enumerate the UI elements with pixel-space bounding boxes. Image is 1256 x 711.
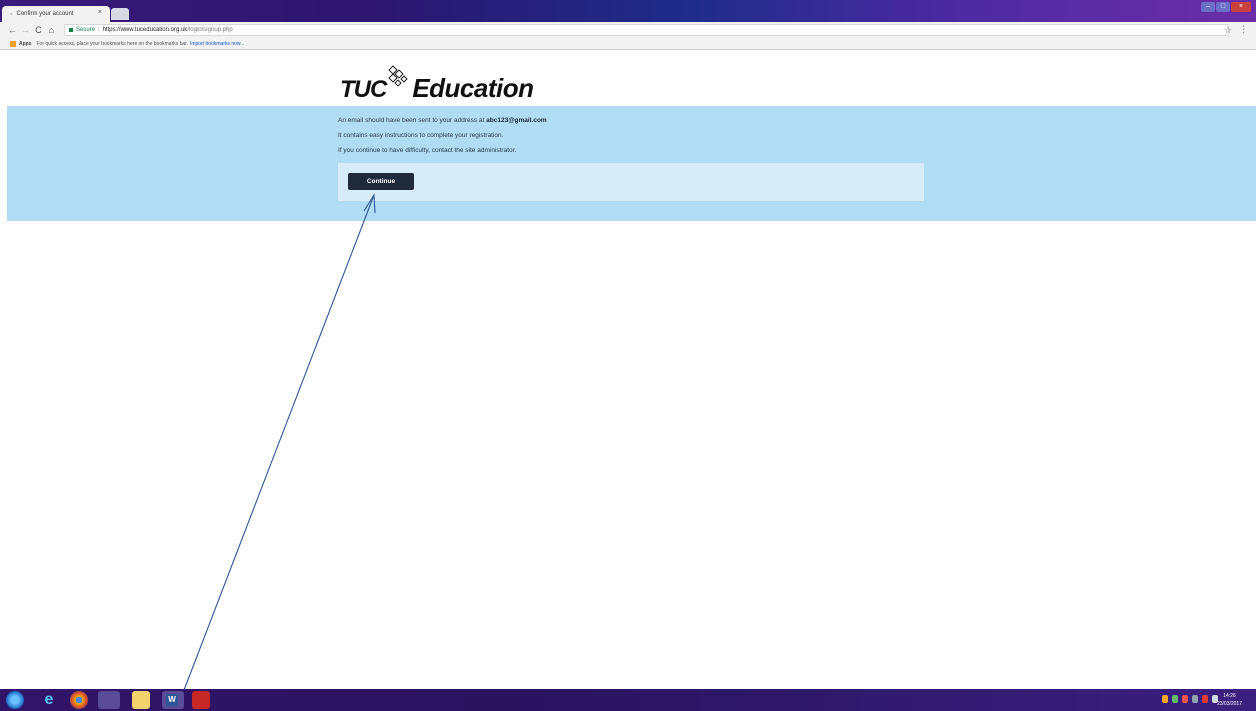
url-path: /login/signup.php [187,27,233,33]
clock-date: 23/03/2017 [1216,701,1242,707]
screen: ◦ Confirm your account × – □ × ← → C ⌂ S… [0,0,1256,711]
back-arrow-icon[interactable]: ← [6,25,19,35]
maximize-button[interactable]: □ [1216,2,1230,12]
secure-label: Secure [76,27,96,33]
continue-panel [338,163,924,201]
tuc-education-logo[interactable]: TUC Education [340,64,534,104]
file-explorer-icon[interactable] [132,691,150,709]
window-controls: – □ × [1201,2,1251,12]
tab-close-icon[interactable]: × [98,9,102,16]
logo-text-education: Education [412,73,534,103]
internet-explorer-icon[interactable]: e [40,691,58,709]
logo-dots-icon [388,65,408,87]
tray-icon-1[interactable] [1162,695,1168,703]
new-tab-button[interactable] [111,8,129,20]
message-line-email-prefix: An email should have been sent to your a… [338,117,485,124]
bookmark-star-icon[interactable]: ☆ [1224,25,1232,36]
system-tray [1162,695,1218,703]
minimize-button[interactable]: – [1201,2,1215,12]
message-line-email: An email should have been sent to your a… [338,117,547,124]
taskbar-clock[interactable]: 14:26 23/03/2017 [1217,692,1242,708]
apps-grid-icon[interactable] [10,40,16,47]
tray-icon-5[interactable] [1202,695,1208,703]
reload-icon[interactable]: C [32,25,45,35]
browser-toolbar: ← → C ⌂ Secure | https://www.tuceducatio… [0,22,1256,38]
address-separator: | [98,27,100,33]
title-bar: ◦ Confirm your account × – □ × [0,0,1256,22]
word-icon[interactable]: W [162,691,184,709]
logo-text-tuc: TUC [340,76,387,103]
forward-arrow-icon[interactable]: → [19,25,32,35]
tray-icon-4[interactable] [1192,695,1198,703]
email-address: abc123@gmail.com [486,117,547,124]
windows-taskbar: e W 14:26 23/03/2017 [0,689,1256,711]
acrobat-icon[interactable] [192,691,210,709]
lock-icon [69,28,73,32]
import-bookmarks-link[interactable]: Import bookmarks now... [190,41,244,47]
bookmarks-bar: Apps For quick access, place your bookma… [0,38,1256,50]
bookmarks-hint: For quick access, place your bookmarks h… [36,40,188,47]
message-line-difficulty: If you continue to have difficulty, cont… [338,147,517,154]
apps-link[interactable]: Apps [19,41,32,47]
tab-title: Confirm your account [16,11,74,17]
browser-menu-icon[interactable]: ⋮ [1239,24,1248,35]
page-icon: ◦ [10,10,13,18]
continue-button[interactable]: Continue [348,173,414,190]
annotation-arrow-line [175,194,375,711]
tray-icon-2[interactable] [1172,695,1178,703]
url-host: https://www.tuceducation.org.uk [102,27,188,33]
tray-icon-3[interactable] [1182,695,1188,703]
address-bar[interactable]: Secure | https://www.tuceducation.org.uk… [64,24,1229,36]
clock-time: 14:26 [1223,693,1236,699]
start-orb-icon[interactable] [6,691,24,709]
message-line-instructions: It contains easy instructions to complet… [338,132,504,139]
chrome-icon[interactable] [70,691,88,709]
home-icon[interactable]: ⌂ [45,25,58,35]
close-window-button[interactable]: × [1231,2,1251,12]
tab-confirm-account[interactable]: ◦ Confirm your account × [2,6,110,22]
chrome-active-icon[interactable] [98,691,120,709]
